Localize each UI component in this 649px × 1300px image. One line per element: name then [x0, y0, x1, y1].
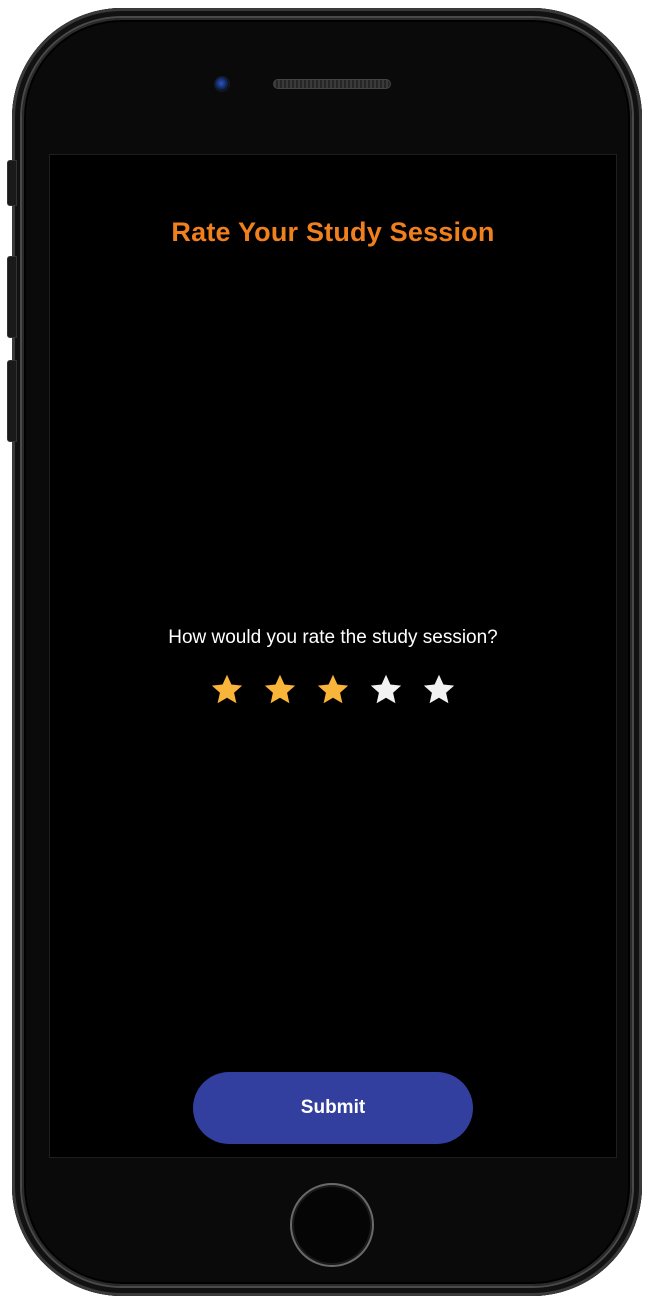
submit-button[interactable]: Submit — [193, 1072, 473, 1144]
star-icon[interactable] — [368, 672, 404, 708]
earpiece-speaker — [273, 79, 391, 89]
page-title: Rate Your Study Session — [171, 217, 495, 247]
volume-down-button — [7, 360, 17, 442]
star-icon[interactable] — [262, 672, 298, 708]
star-icon[interactable] — [315, 672, 351, 708]
volume-up-button — [7, 256, 17, 338]
front-camera — [214, 76, 230, 92]
home-button[interactable] — [290, 1183, 374, 1267]
rating-prompt: How would you rate the study session? — [168, 627, 498, 648]
star-rating — [50, 672, 616, 708]
star-icon[interactable] — [421, 672, 457, 708]
app-screen: Rate Your Study Session How would you ra… — [49, 154, 617, 1158]
star-icon[interactable] — [209, 672, 245, 708]
silent-switch — [7, 160, 17, 206]
